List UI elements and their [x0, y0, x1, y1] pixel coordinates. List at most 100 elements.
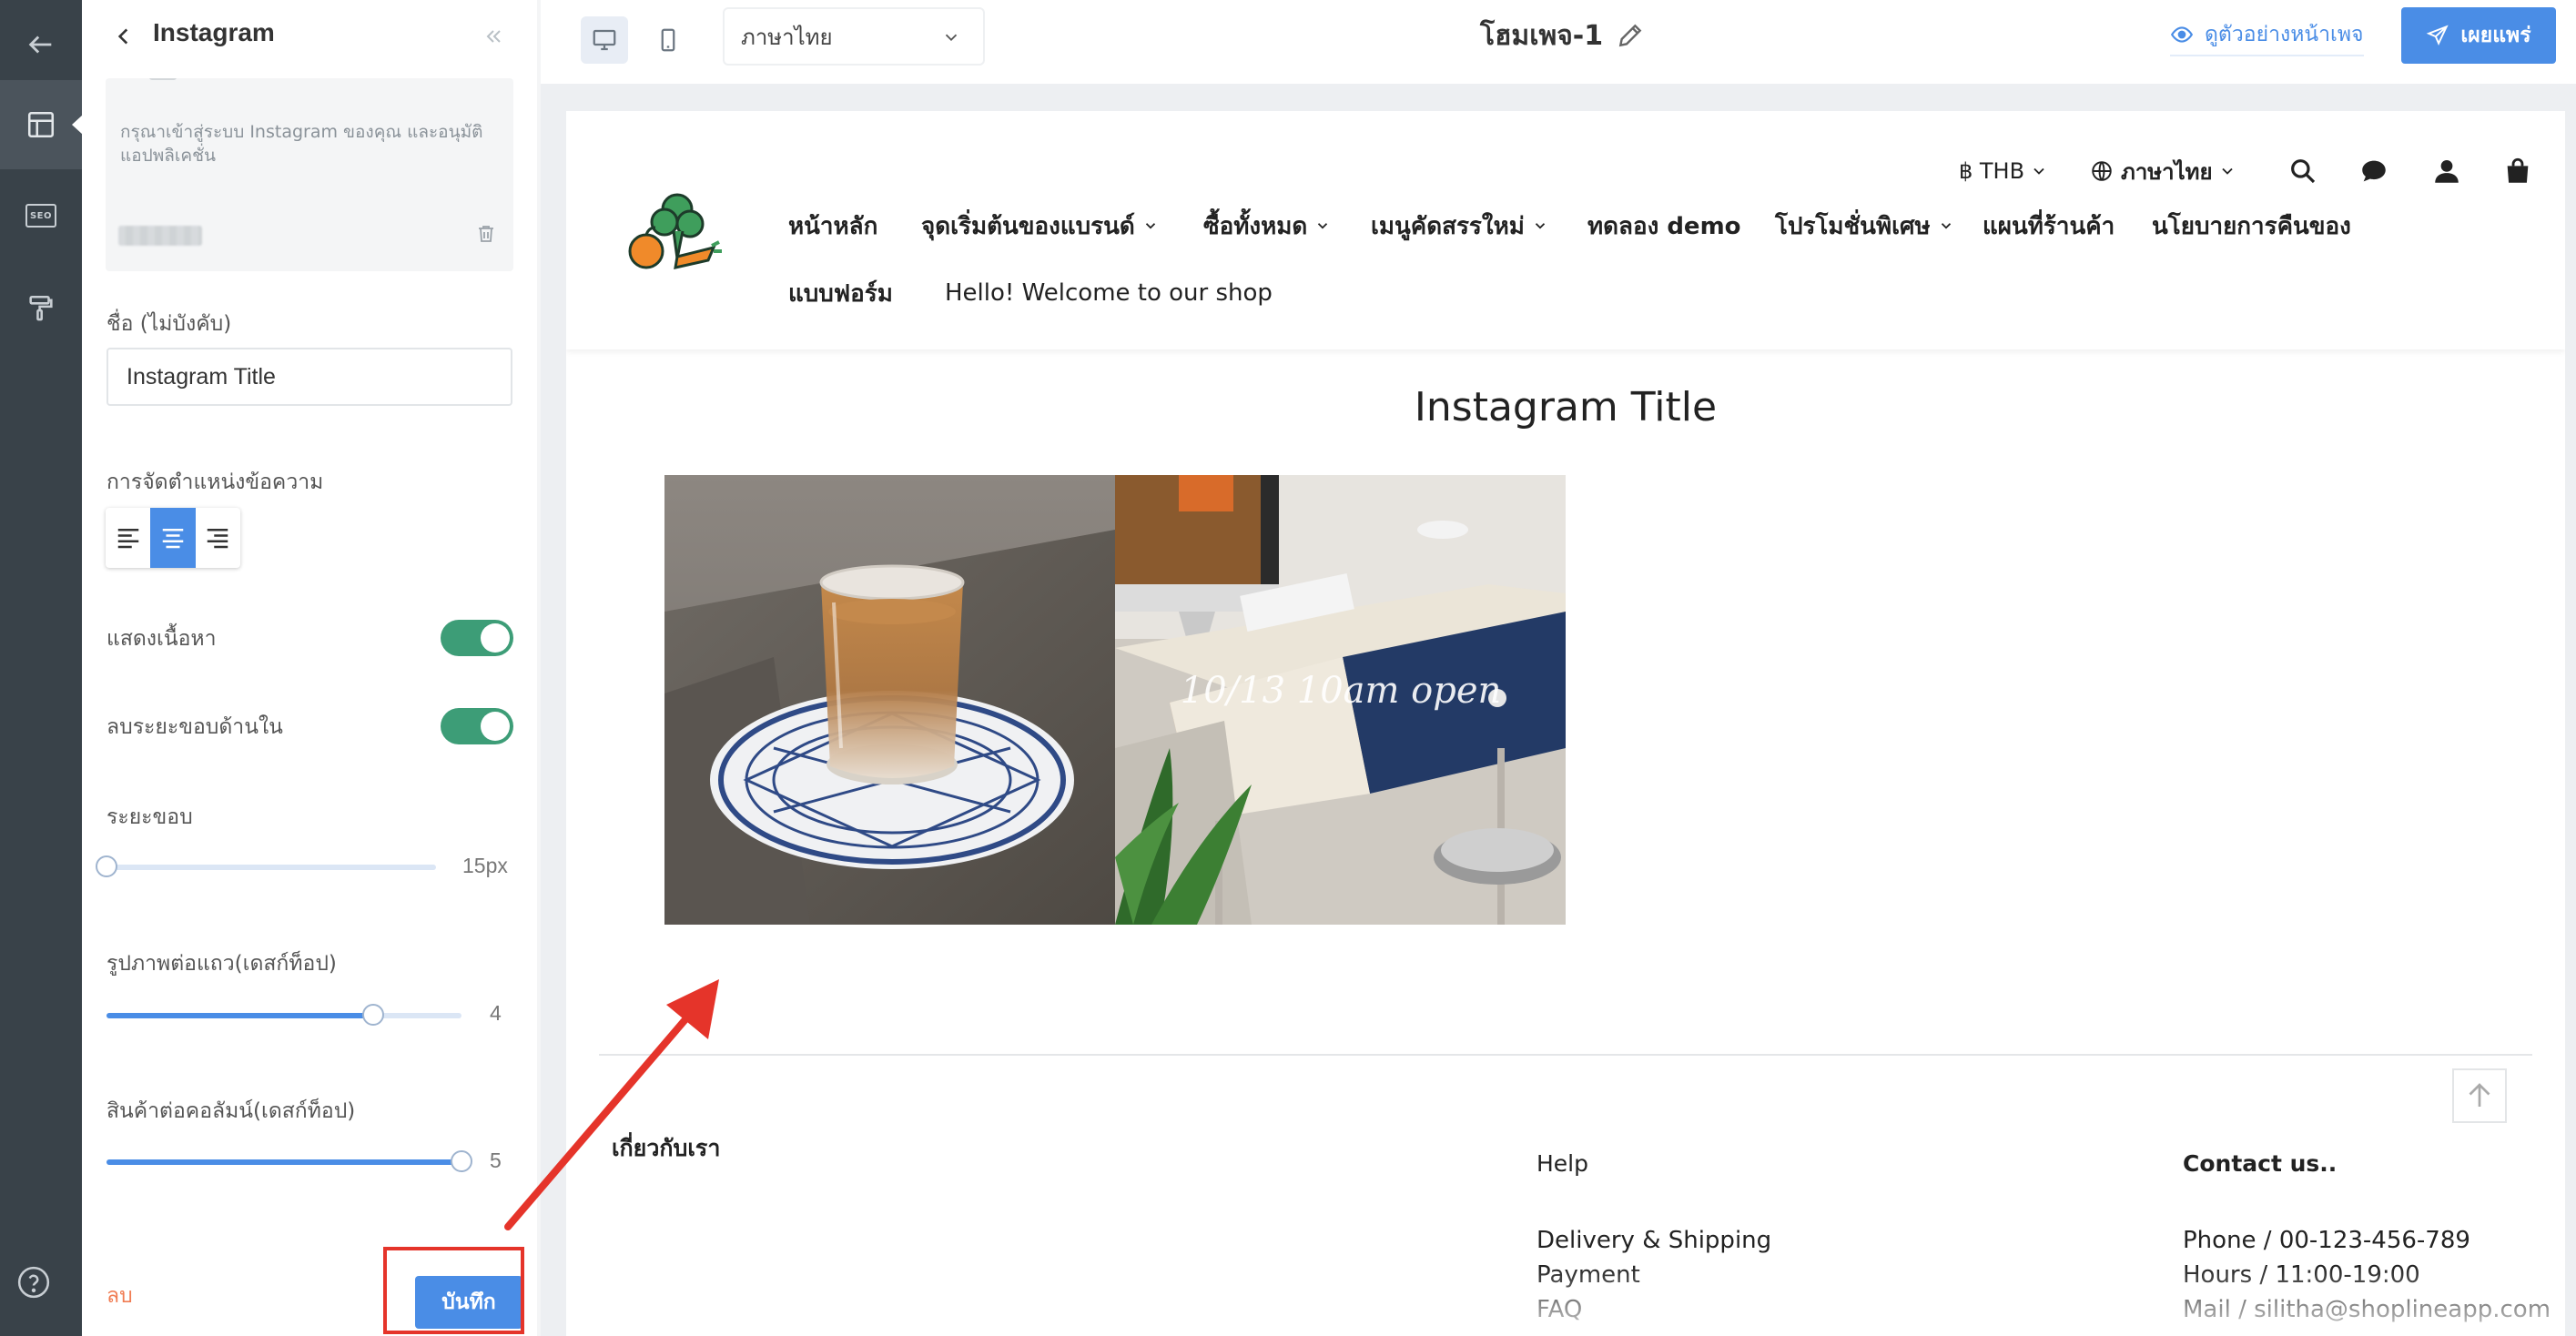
panel-back-icon[interactable] — [107, 20, 140, 53]
nav-item-demo[interactable]: ทดลอง demo — [1587, 207, 1741, 244]
mobile-view-icon[interactable] — [644, 16, 692, 64]
paint-roller-icon[interactable] — [0, 264, 82, 353]
site-language-selector[interactable]: ภาษาไทย — [2090, 153, 2236, 189]
page-title-group: โฮมเพจ-1 — [1480, 13, 1645, 58]
layout-icon[interactable] — [0, 80, 83, 169]
trash-icon[interactable] — [475, 222, 499, 249]
chevron-down-icon — [1145, 223, 1155, 229]
chevron-down-icon — [2221, 167, 2233, 175]
search-icon[interactable] — [2285, 153, 2321, 189]
desktop-view-icon[interactable] — [581, 16, 628, 64]
panel-title: Instagram — [153, 18, 275, 46]
language-select[interactable]: ภาษาไทย — [723, 7, 985, 66]
nav-item-return-policy[interactable]: นโยบายการคืนของ — [2152, 207, 2351, 244]
shopping-bag-icon[interactable] — [2500, 153, 2536, 189]
instagram-grid: 10/13 10am open — [664, 475, 1566, 925]
show-content-label: แสดงเนื้อหา — [106, 627, 217, 651]
account-name-redacted — [118, 226, 202, 246]
footer-mail[interactable]: Mail / silitha@shoplineapp.com — [2183, 1292, 2551, 1327]
edit-pencil-icon[interactable] — [1616, 21, 1645, 50]
products-per-column-value: 5 — [490, 1149, 502, 1172]
account-icon — [149, 78, 177, 80]
nav-item-store-map[interactable]: แผนที่ร้านค้า — [1983, 207, 2115, 244]
alignment-selector — [106, 508, 240, 568]
nav-item-new-menu[interactable]: เมนูคัดสรรใหม่ — [1371, 207, 1548, 244]
footer-link-delivery[interactable]: Delivery & Shipping — [1536, 1223, 1771, 1258]
preview-page-link[interactable]: ดูตัวอย่างหน้าเพจ — [2170, 16, 2364, 56]
store-logo[interactable] — [617, 180, 726, 280]
images-per-row-slider[interactable] — [106, 1004, 461, 1026]
align-left-icon[interactable] — [106, 508, 150, 568]
help-icon[interactable] — [16, 1265, 51, 1300]
name-input[interactable] — [106, 348, 512, 406]
site-preview: ฿ THB ภาษาไทย หน้าหลัก จุดเริ่มต้นของแบร… — [566, 111, 2565, 1336]
footer-phone: Phone / 00-123-456-789 — [2183, 1227, 2470, 1254]
back-to-top-icon[interactable] — [2452, 1068, 2507, 1123]
padding-slider[interactable] — [96, 855, 436, 877]
chevron-down-icon — [2033, 167, 2044, 175]
footer-about-heading: เกี่ยวกับเรา — [612, 1135, 721, 1161]
nav-item-shop-all[interactable]: ซื้อทั้งหมด — [1203, 207, 1331, 244]
chevron-down-icon — [1941, 223, 1951, 229]
products-per-column-slider[interactable] — [106, 1150, 472, 1172]
nav-item-welcome[interactable]: Hello! Welcome to our shop — [945, 275, 1273, 311]
remove-inner-padding-label: ลบระยะขอบด้านใน — [106, 715, 283, 739]
instagram-section-title: Instagram Title — [1414, 384, 1718, 430]
instagram-post-coffee[interactable] — [664, 475, 1115, 925]
publish-label: เผยแพร่ — [2460, 24, 2531, 47]
globe-icon — [2092, 161, 2112, 181]
chevron-down-icon — [1318, 223, 1328, 229]
save-button[interactable]: บันทึก — [415, 1276, 522, 1329]
currency-label: ฿ THB — [1959, 158, 2025, 184]
delete-button[interactable]: ลบ — [106, 1280, 133, 1312]
footer-link-faq[interactable]: FAQ — [1536, 1292, 1582, 1327]
footer-hours: Hours / 11:00-19:00 — [2183, 1261, 2420, 1289]
eye-icon — [2170, 26, 2194, 43]
padding-slider-thumb[interactable] — [96, 855, 117, 877]
chevron-down-icon — [1535, 223, 1545, 229]
publish-button[interactable]: เผยแพร่ — [2401, 7, 2556, 64]
account-user-icon[interactable] — [2429, 153, 2465, 189]
editor-topbar: ภาษาไทย โฮมเพจ-1 ดูตัวอย่างหน้าเพจ เผยแพ… — [541, 0, 2576, 84]
language-select-value: ภาษาไทย — [741, 24, 833, 50]
footer-help-heading: Help — [1536, 1150, 1588, 1177]
nav-item-promotions[interactable]: โปรโมชั่นพิเศษ — [1775, 207, 1954, 244]
show-content-toggle[interactable] — [441, 620, 513, 656]
padding-label: ระยะขอบ — [106, 805, 193, 829]
alignment-label: การจัดตำแหน่งข้อความ — [106, 471, 324, 494]
footer-divider — [599, 1054, 2532, 1056]
back-arrow-icon[interactable] — [0, 0, 82, 89]
site-language-label: ภาษาไทย — [2121, 158, 2213, 185]
currency-selector[interactable]: ฿ THB — [1959, 153, 2048, 189]
name-label: ชื่อ (ไม่บังคับ) — [106, 312, 232, 336]
products-per-column-slider-thumb[interactable] — [451, 1150, 472, 1172]
nav-item-home[interactable]: หน้าหลัก — [788, 207, 877, 244]
nav-item-form[interactable]: แบบฟอร์ม — [788, 275, 893, 311]
settings-panel: Instagram กรุณาเข้าสู่ระบบ Instagram ของ… — [82, 0, 537, 1336]
nav-item-brand-origin[interactable]: จุดเริ่มต้นของแบรนด์ — [921, 207, 1159, 244]
footer-link-payment[interactable]: Payment — [1536, 1258, 1640, 1292]
send-icon — [2427, 25, 2449, 46]
preview-page-label: ดูตัวอย่างหน้าเพจ — [2205, 23, 2364, 46]
chat-bubble-icon[interactable] — [2356, 153, 2392, 189]
page-title: โฮมเพจ-1 — [1480, 19, 1604, 52]
products-per-column-label: สินค้าต่อคอลัมน์(เดสก์ท็อป) — [106, 1099, 356, 1123]
images-per-row-value: 4 — [490, 1001, 502, 1025]
panel-footer: ลบ บันทึก — [82, 1241, 537, 1336]
preview-canvas: ฿ THB ภาษาไทย หน้าหลัก จุดเริ่มต้นของแบร… — [541, 84, 2576, 1336]
images-per-row-label: รูปภาพต่อแถว(เดสก์ท็อป) — [106, 952, 337, 976]
images-per-row-slider-thumb[interactable] — [361, 1004, 384, 1026]
collapse-panel-icon[interactable] — [475, 18, 512, 55]
remove-inner-padding-toggle[interactable] — [441, 708, 513, 744]
align-center-icon[interactable] — [150, 508, 196, 568]
site-header: ฿ THB ภาษาไทย หน้าหลัก จุดเริ่มต้นของแบร… — [566, 111, 2565, 349]
chevron-down-icon — [945, 34, 958, 42]
seo-icon[interactable]: SEO — [0, 171, 82, 260]
instagram-post-desk[interactable]: 10/13 10am open — [1115, 475, 1566, 925]
footer-contact-heading: Contact us.. — [2183, 1150, 2338, 1177]
padding-value: 15px — [462, 854, 508, 877]
align-right-icon[interactable] — [196, 508, 240, 568]
instagram-login-notice: กรุณาเข้าสู่ระบบ Instagram ของคุณ และอนุ… — [120, 122, 483, 166]
instagram-overlay-text: 10/13 10am open — [1181, 670, 1502, 712]
app-rail: SEO — [0, 0, 83, 1336]
